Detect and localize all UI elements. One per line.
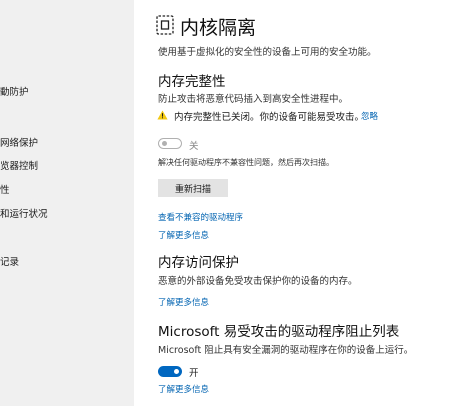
page-description: 使用基于虚拟化的安全性的设备上可用的安全功能。 — [158, 47, 377, 58]
warning-icon — [157, 110, 168, 120]
driver-blocklist-heading: Microsoft 易受攻击的驱动程序阻止列表 — [158, 324, 400, 340]
memory-integrity-warning: 内存完整性已关闭。你的设备可能易受攻击。 — [174, 112, 365, 123]
driver-blocklist-toggle[interactable] — [158, 366, 182, 377]
rescan-button[interactable]: 重新扫描 — [158, 179, 228, 197]
memory-integrity-description: 防止攻击将恶意代码插入到高安全性进程中。 — [158, 94, 349, 105]
sidebar: 動防护 网络保护 览器控制 性 和运行状况 记录 — [0, 0, 134, 406]
sidebar-item-device-security[interactable]: 性 — [0, 182, 10, 196]
memory-integrity-heading: 内存完整性 — [158, 74, 226, 90]
sidebar-item-device-health[interactable]: 和运行状况 — [0, 206, 48, 220]
sidebar-item-virus-protection[interactable]: 動防护 — [0, 84, 29, 98]
memory-access-learn-more-link[interactable]: 了解更多信息 — [158, 296, 209, 308]
incompatible-drivers-link[interactable]: 查看不兼容的驱动程序 — [158, 211, 243, 223]
memory-integrity-learn-more-link[interactable]: 了解更多信息 — [158, 229, 209, 241]
core-isolation-icon — [156, 15, 174, 35]
driver-blocklist-description: Microsoft 阻止具有安全漏洞的驱动程序在你的设备上运行。 — [158, 345, 414, 356]
memory-integrity-toggle[interactable] — [158, 138, 182, 149]
sidebar-item-history[interactable]: 记录 — [0, 254, 19, 268]
page-title: 内核隔离 — [180, 17, 257, 39]
memory-access-description: 恶意的外部设备免受攻击保护你的设备的内存。 — [158, 276, 358, 287]
rescan-note: 解决任何驱动程序不兼容性问题，然后再次扫描。 — [158, 158, 334, 167]
driver-blocklist-toggle-label: 开 — [189, 368, 199, 379]
driver-blocklist-learn-more-link[interactable]: 了解更多信息 — [158, 383, 209, 395]
dismiss-link[interactable]: 忽略 — [361, 110, 378, 122]
memory-access-heading: 内存访问保护 — [158, 255, 239, 271]
sidebar-item-browser-control[interactable]: 览器控制 — [0, 158, 38, 172]
sidebar-item-network-protection[interactable]: 网络保护 — [0, 135, 38, 149]
main-panel: 内核隔离 使用基于虚拟化的安全性的设备上可用的安全功能。 内存完整性 防止攻击将… — [134, 0, 468, 406]
memory-integrity-toggle-label: 关 — [189, 141, 199, 152]
